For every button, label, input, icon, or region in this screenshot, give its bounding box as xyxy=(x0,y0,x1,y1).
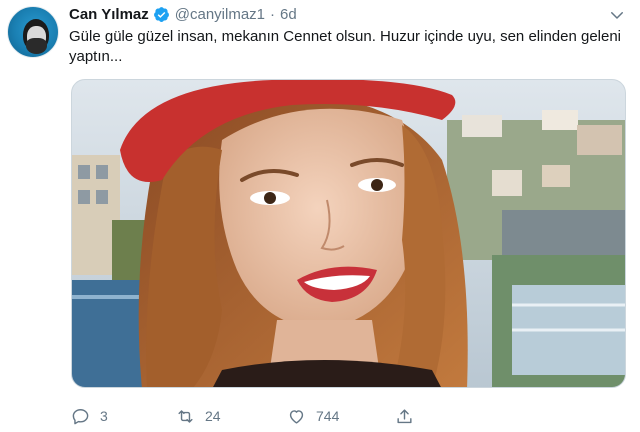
like-count: 744 xyxy=(316,408,340,424)
reply-count: 3 xyxy=(100,408,108,424)
tweet-actions: 3 24 744 xyxy=(71,404,471,428)
author-name[interactable]: Can Yılmaz xyxy=(69,6,149,23)
separator-dot: · xyxy=(270,5,276,23)
retweet-button[interactable]: 24 xyxy=(176,404,221,428)
retweet-icon xyxy=(178,409,193,423)
tweet-text: Güle güle güzel insan, mekanın Cennet ol… xyxy=(69,28,622,65)
reply-button[interactable]: 3 xyxy=(71,404,108,428)
share-icon xyxy=(397,408,412,423)
avatar[interactable] xyxy=(7,6,59,58)
chevron-down-icon[interactable] xyxy=(608,6,626,24)
author-handle[interactable]: @canyilmaz1 xyxy=(175,6,265,23)
photo-image xyxy=(72,80,625,387)
heart-icon xyxy=(289,409,304,424)
tweet-timestamp[interactable]: 6d xyxy=(280,6,297,23)
verified-badge-icon xyxy=(153,6,169,22)
tweet[interactable]: Can Yılmaz @canyilmaz1 · 6d Güle güle gü… xyxy=(0,0,640,432)
reply-icon xyxy=(72,408,89,424)
tweet-photo[interactable] xyxy=(71,79,626,388)
tweet-header: Can Yılmaz @canyilmaz1 · 6d xyxy=(69,4,297,24)
retweet-count: 24 xyxy=(205,408,221,424)
share-button[interactable] xyxy=(395,404,414,428)
avatar-beard xyxy=(26,38,47,54)
like-button[interactable]: 744 xyxy=(287,404,339,428)
